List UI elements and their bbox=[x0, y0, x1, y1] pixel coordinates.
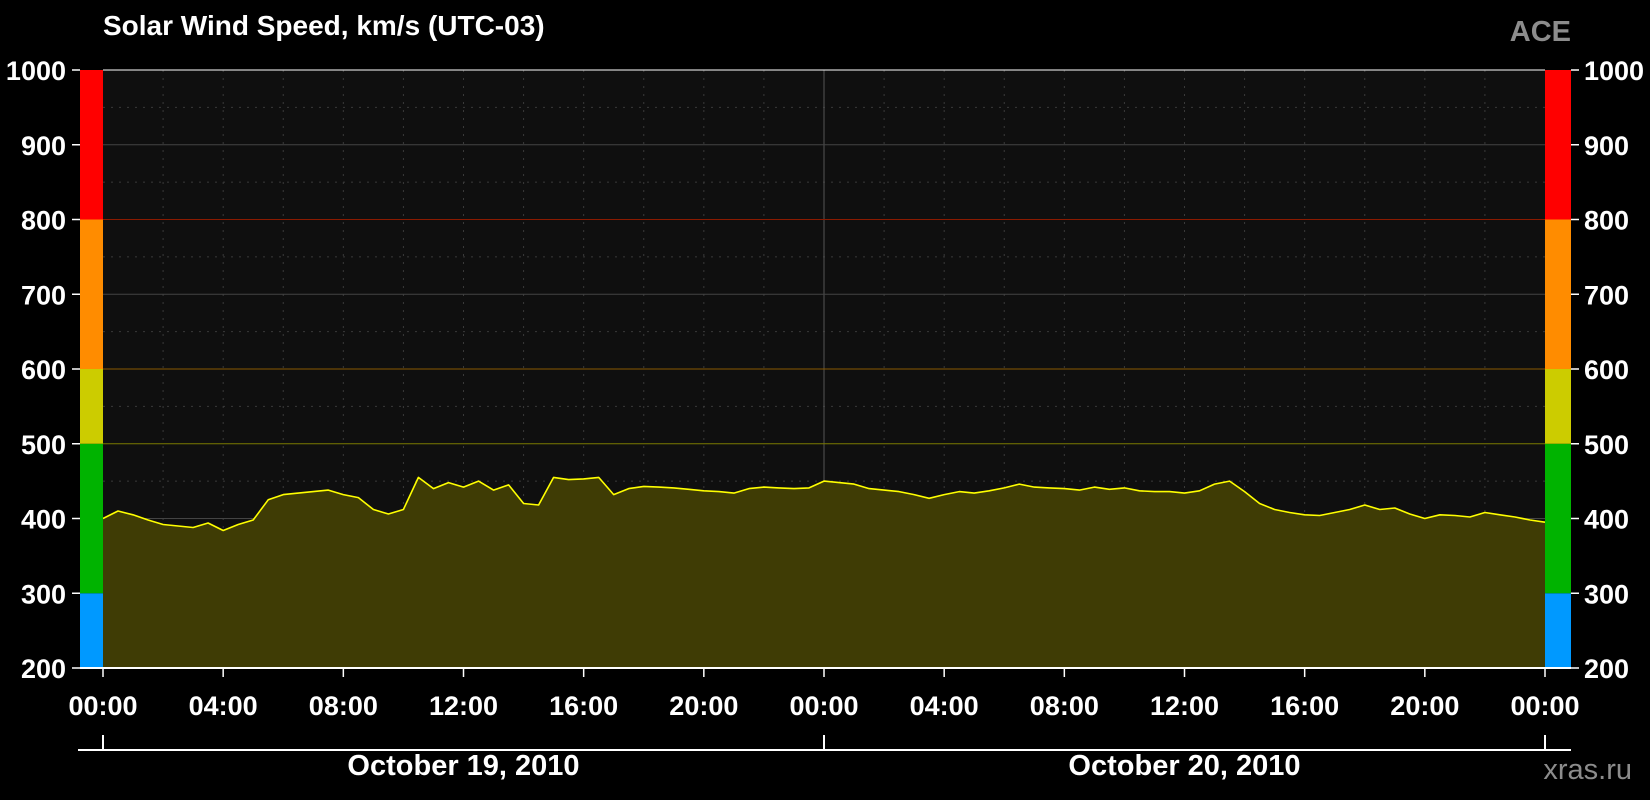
y-tick-label-left: 200 bbox=[21, 654, 66, 684]
x-tick-label: 00:00 bbox=[1510, 691, 1579, 721]
x-tick-label: 08:00 bbox=[309, 691, 378, 721]
x-tick-label: 08:00 bbox=[1030, 691, 1099, 721]
y-tick-label-right: 1000 bbox=[1584, 56, 1644, 86]
x-tick-label: 04:00 bbox=[910, 691, 979, 721]
level-bar-left bbox=[80, 369, 103, 444]
y-tick-label-right: 400 bbox=[1584, 505, 1629, 535]
y-tick-label-right: 800 bbox=[1584, 206, 1629, 236]
x-tick-label: 16:00 bbox=[1270, 691, 1339, 721]
y-tick-label-left: 400 bbox=[21, 505, 66, 535]
x-tick-label: 00:00 bbox=[68, 691, 137, 721]
level-bar-left bbox=[80, 219, 103, 369]
y-tick-label-left: 900 bbox=[21, 131, 66, 161]
level-bar-right bbox=[1545, 219, 1571, 369]
y-tick-label-right: 900 bbox=[1584, 131, 1629, 161]
level-bar-right bbox=[1545, 70, 1571, 220]
y-tick-label-left: 500 bbox=[21, 430, 66, 460]
y-tick-label-right: 500 bbox=[1584, 430, 1629, 460]
level-bar-right bbox=[1545, 593, 1571, 668]
x-tick-label: 20:00 bbox=[669, 691, 738, 721]
y-tick-label-right: 200 bbox=[1584, 654, 1629, 684]
level-bar-left bbox=[80, 593, 103, 668]
x-tick-label: 16:00 bbox=[549, 691, 618, 721]
y-tick-label-right: 700 bbox=[1584, 280, 1629, 310]
x-tick-label: 04:00 bbox=[189, 691, 258, 721]
y-tick-label-left: 600 bbox=[21, 355, 66, 385]
y-tick-label-right: 600 bbox=[1584, 355, 1629, 385]
y-tick-label-left: 800 bbox=[21, 206, 66, 236]
x-tick-label: 12:00 bbox=[1150, 691, 1219, 721]
y-tick-label-left: 1000 bbox=[6, 56, 66, 86]
level-bar-left bbox=[80, 70, 103, 220]
y-tick-label-left: 300 bbox=[21, 579, 66, 609]
level-bar-right bbox=[1545, 369, 1571, 444]
x-tick-label: 00:00 bbox=[789, 691, 858, 721]
y-tick-label-right: 300 bbox=[1584, 579, 1629, 609]
x-tick-label: 20:00 bbox=[1390, 691, 1459, 721]
y-tick-label-left: 700 bbox=[21, 280, 66, 310]
solar-wind-chart: 200 200 300 300 400 400 500 500 600 600 700 700 800 8… bbox=[6, 56, 1644, 751]
x-tick-label: 12:00 bbox=[429, 691, 498, 721]
level-bar-right bbox=[1545, 443, 1571, 594]
level-bar-left bbox=[80, 443, 103, 594]
